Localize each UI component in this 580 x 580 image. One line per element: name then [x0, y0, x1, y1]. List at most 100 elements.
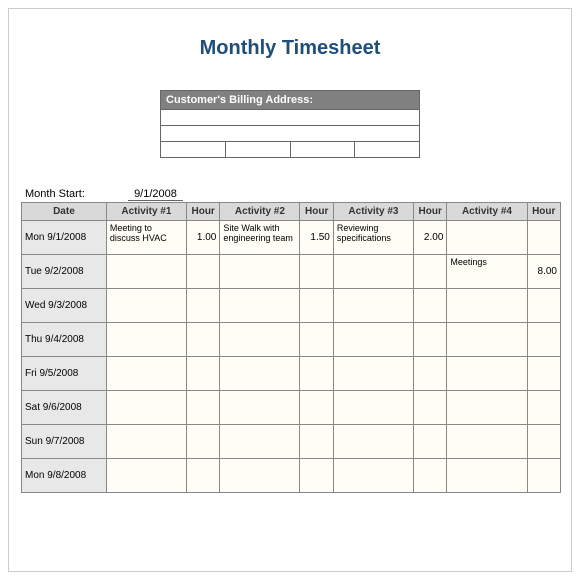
activity-cell[interactable]	[106, 425, 186, 459]
activity-cell[interactable]	[220, 357, 300, 391]
activity-cell[interactable]	[447, 459, 527, 493]
table-row: Mon 9/8/2008	[22, 459, 561, 493]
hour-cell[interactable]	[527, 357, 560, 391]
activity-cell[interactable]	[333, 255, 413, 289]
hour-cell[interactable]: 8.00	[527, 255, 560, 289]
billing-header: Customer's Billing Address:	[161, 91, 420, 110]
hour-cell[interactable]	[527, 391, 560, 425]
timesheet-table: Date Activity #1 Hour Activity #2 Hour A…	[21, 202, 561, 493]
hour-cell[interactable]	[300, 391, 333, 425]
hour-cell[interactable]	[186, 391, 219, 425]
hour-cell[interactable]	[300, 255, 333, 289]
activity-cell[interactable]	[447, 357, 527, 391]
hour-cell[interactable]	[414, 425, 447, 459]
hour-cell[interactable]	[414, 289, 447, 323]
activity-cell[interactable]: Reviewing specifications	[333, 221, 413, 255]
activity-cell[interactable]	[106, 255, 186, 289]
activity-cell[interactable]	[106, 459, 186, 493]
hour-cell[interactable]	[300, 459, 333, 493]
activity-cell[interactable]	[220, 425, 300, 459]
activity-cell[interactable]	[220, 289, 300, 323]
date-cell: Sun 9/7/2008	[22, 425, 107, 459]
hour-cell[interactable]	[300, 357, 333, 391]
activity-cell[interactable]	[333, 289, 413, 323]
col-activity-3: Activity #3	[333, 203, 413, 221]
table-row: Tue 9/2/2008 Meetings8.00	[22, 255, 561, 289]
activity-cell[interactable]	[106, 391, 186, 425]
hour-cell[interactable]	[186, 425, 219, 459]
header-row: Date Activity #1 Hour Activity #2 Hour A…	[22, 203, 561, 221]
hour-cell[interactable]	[527, 425, 560, 459]
hour-cell[interactable]	[186, 323, 219, 357]
table-row: Fri 9/5/2008	[22, 357, 561, 391]
activity-cell[interactable]	[333, 459, 413, 493]
billing-address-box: Customer's Billing Address:	[160, 90, 420, 158]
hour-cell[interactable]	[414, 323, 447, 357]
activity-cell[interactable]	[333, 391, 413, 425]
hour-cell[interactable]	[300, 323, 333, 357]
hour-cell[interactable]	[527, 289, 560, 323]
activity-cell[interactable]: Meetings	[447, 255, 527, 289]
month-start: Month Start: 9/1/2008	[25, 188, 559, 200]
hour-cell[interactable]: 1.00	[186, 221, 219, 255]
activity-cell[interactable]	[220, 323, 300, 357]
activity-cell[interactable]	[333, 323, 413, 357]
activity-cell[interactable]	[333, 357, 413, 391]
hour-cell[interactable]	[414, 357, 447, 391]
page-title: Monthly Timesheet	[21, 37, 559, 60]
hour-cell[interactable]	[527, 459, 560, 493]
hour-cell[interactable]	[414, 255, 447, 289]
date-cell: Tue 9/2/2008	[22, 255, 107, 289]
activity-cell[interactable]	[106, 357, 186, 391]
date-cell: Sat 9/6/2008	[22, 391, 107, 425]
activity-cell[interactable]: Site Walk with engineering team	[220, 221, 300, 255]
activity-cell[interactable]	[220, 391, 300, 425]
month-start-value[interactable]: 9/1/2008	[128, 188, 183, 201]
activity-cell[interactable]	[220, 255, 300, 289]
activity-cell[interactable]: Meeting to discuss HVAC	[106, 221, 186, 255]
col-hour-2: Hour	[300, 203, 333, 221]
date-cell: Fri 9/5/2008	[22, 357, 107, 391]
col-activity-2: Activity #2	[220, 203, 300, 221]
hour-cell[interactable]	[186, 255, 219, 289]
hour-cell[interactable]	[186, 459, 219, 493]
hour-cell[interactable]	[527, 323, 560, 357]
col-activity-1: Activity #1	[106, 203, 186, 221]
activity-cell[interactable]	[447, 425, 527, 459]
hour-cell[interactable]	[300, 289, 333, 323]
hour-cell[interactable]	[527, 221, 560, 255]
date-cell: Wed 9/3/2008	[22, 289, 107, 323]
hour-cell[interactable]	[186, 357, 219, 391]
hour-cell[interactable]: 2.00	[414, 221, 447, 255]
table-row: Sun 9/7/2008	[22, 425, 561, 459]
col-activity-4: Activity #4	[447, 203, 527, 221]
billing-line-2	[161, 126, 420, 142]
activity-cell[interactable]	[447, 391, 527, 425]
date-cell: Mon 9/1/2008	[22, 221, 107, 255]
month-start-label: Month Start:	[25, 188, 125, 200]
hour-cell[interactable]	[300, 425, 333, 459]
hour-cell[interactable]	[186, 289, 219, 323]
activity-cell[interactable]	[106, 289, 186, 323]
date-cell: Thu 9/4/2008	[22, 323, 107, 357]
activity-cell[interactable]	[447, 221, 527, 255]
hour-cell[interactable]: 1.50	[300, 221, 333, 255]
hour-cell[interactable]	[414, 459, 447, 493]
activity-cell[interactable]	[333, 425, 413, 459]
col-hour-1: Hour	[186, 203, 219, 221]
date-cell: Mon 9/8/2008	[22, 459, 107, 493]
table-row: Mon 9/1/2008Meeting to discuss HVAC1.00S…	[22, 221, 561, 255]
activity-cell[interactable]	[447, 323, 527, 357]
activity-cell[interactable]	[447, 289, 527, 323]
activity-cell[interactable]	[106, 323, 186, 357]
page-container: Monthly Timesheet Customer's Billing Add…	[8, 8, 572, 572]
col-date: Date	[22, 203, 107, 221]
table-row: Thu 9/4/2008	[22, 323, 561, 357]
billing-line-1	[161, 110, 420, 126]
table-row: Wed 9/3/2008	[22, 289, 561, 323]
hour-cell[interactable]	[414, 391, 447, 425]
col-hour-4: Hour	[527, 203, 560, 221]
activity-cell[interactable]	[220, 459, 300, 493]
billing-line-3	[161, 142, 420, 158]
col-hour-3: Hour	[414, 203, 447, 221]
